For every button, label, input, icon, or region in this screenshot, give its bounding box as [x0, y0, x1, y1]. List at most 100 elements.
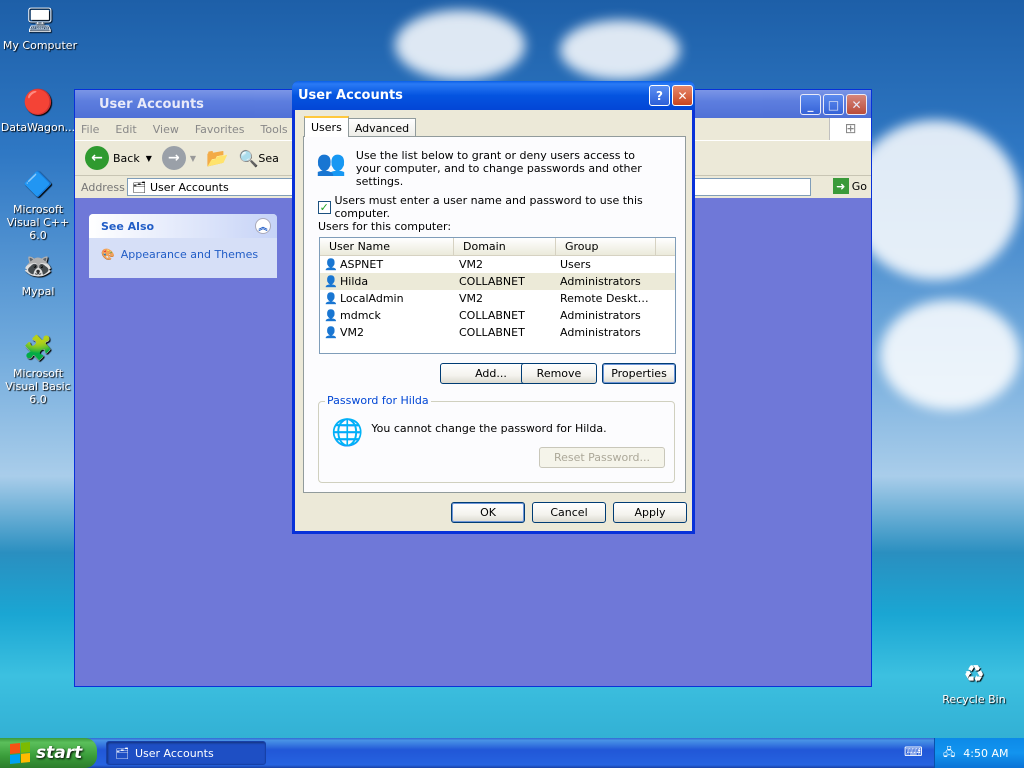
- require-password-row[interactable]: ✓ Users must enter a user name and passw…: [318, 194, 685, 220]
- password-message: You cannot change the password for Hilda…: [371, 422, 607, 435]
- visual-basic-icon: 🧩: [23, 334, 53, 362]
- list-header: User Name Domain Group: [320, 238, 675, 256]
- desktop-icon-label: Microsoft Visual C++ 6.0: [6, 203, 70, 242]
- windows-logo-icon: ⊞: [829, 118, 871, 140]
- minimize-button[interactable]: _: [800, 94, 821, 115]
- dialog-title-bar[interactable]: User Accounts ? ✕: [292, 81, 695, 110]
- user-icon: 👤: [324, 309, 338, 322]
- start-button[interactable]: start: [0, 738, 97, 768]
- group-cell: Remote Deskto...: [560, 292, 654, 305]
- desktop-icon-visual-cpp[interactable]: 🔷 Microsoft Visual C++ 6.0: [0, 168, 78, 242]
- cancel-button[interactable]: Cancel: [532, 502, 606, 523]
- password-groupbox: Password for Hilda 🌐 You cannot change t…: [318, 394, 675, 483]
- cloud: [560, 20, 680, 80]
- desktop-icon-datawagon[interactable]: 🔴 DataWagon...: [0, 86, 78, 134]
- menu-favorites[interactable]: Favorites: [195, 123, 245, 136]
- taskbar-item-label: User Accounts: [134, 746, 214, 760]
- user-accounts-dialog[interactable]: User Accounts ? ✕ Users Advanced 👥 Use t…: [292, 81, 695, 534]
- tab-advanced[interactable]: Advanced: [347, 118, 417, 138]
- ok-button[interactable]: OK: [451, 502, 525, 523]
- search-label: Sea: [258, 151, 279, 165]
- collapse-chevron-icon[interactable]: ︽: [255, 218, 271, 234]
- datawagon-icon: 🔴: [23, 88, 53, 116]
- table-row[interactable]: 👤 mdmck COLLABNET Administrators: [320, 307, 675, 324]
- domain-cell: VM2: [459, 258, 484, 271]
- user-name-cell: mdmck: [340, 309, 381, 322]
- menu-tools[interactable]: Tools: [261, 123, 288, 136]
- help-button[interactable]: ?: [649, 85, 670, 106]
- table-row[interactable]: 👤 VM2 COLLABNET Administrators: [320, 324, 675, 341]
- user-icon: 👤: [324, 258, 338, 271]
- back-button[interactable]: ← Back ▼: [85, 146, 152, 170]
- folder-up-icon: 📂: [206, 147, 229, 169]
- chevron-down-icon: ▼: [145, 153, 152, 163]
- password-group-title: Password for Hilda: [325, 394, 431, 407]
- recycle-bin-icon: ♻: [963, 660, 985, 688]
- close-button[interactable]: ✕: [846, 94, 867, 115]
- group-cell: Users: [560, 258, 591, 271]
- windows-flag-icon: [10, 741, 30, 765]
- user-name-cell: VM2: [340, 326, 365, 339]
- menu-edit[interactable]: Edit: [115, 123, 136, 136]
- table-row-selected[interactable]: 👤 Hilda COLLABNET Administrators: [320, 273, 675, 290]
- dialog-close-button[interactable]: ✕: [672, 85, 693, 106]
- intro-text: Use the list below to grant or deny user…: [355, 149, 642, 188]
- desktop-icon-recycle-bin[interactable]: ♻ Recycle Bin: [934, 658, 1014, 706]
- column-header-user-name[interactable]: User Name: [320, 238, 454, 255]
- users-list[interactable]: User Name Domain Group 👤 ASPNET VM2 Users…: [319, 237, 676, 354]
- see-also-header[interactable]: See Also ︽: [89, 214, 277, 238]
- taskbar-item-user-accounts[interactable]: 🗂 User Accounts: [106, 741, 266, 765]
- keyboard-icon[interactable]: ⌨: [904, 745, 923, 760]
- network-icon[interactable]: 🖧: [943, 744, 955, 763]
- see-also-link-label: Appearance and Themes: [120, 248, 259, 261]
- table-row[interactable]: 👤 LocalAdmin VM2 Remote Deskto...: [320, 290, 675, 307]
- up-folder-button[interactable]: 📂: [206, 148, 228, 169]
- dialog-title: User Accounts: [298, 88, 403, 103]
- system-tray: 🖧 4:50 AM: [934, 738, 1024, 768]
- user-name-cell: ASPNET: [340, 258, 384, 271]
- tab-strip: Users Advanced: [304, 116, 417, 138]
- window-title: User Accounts: [99, 96, 204, 112]
- address-value: User Accounts: [149, 180, 229, 194]
- reset-password-button[interactable]: Reset Password...: [539, 447, 665, 468]
- cloud: [850, 120, 1020, 280]
- desktop-icon-my-computer[interactable]: 🖥 My Computer: [0, 4, 80, 52]
- users-keys-icon: 👥: [316, 149, 346, 177]
- chevron-down-icon: ▼: [189, 153, 197, 163]
- tab-users[interactable]: Users: [304, 116, 349, 137]
- address-label: Address: [81, 180, 125, 194]
- back-arrow-icon: ←: [85, 146, 109, 170]
- domain-cell: COLLABNET: [459, 326, 525, 339]
- menu-view[interactable]: View: [153, 123, 179, 136]
- group-cell: Administrators: [560, 275, 641, 288]
- back-label: Back: [113, 151, 140, 165]
- domain-cell: VM2: [459, 292, 484, 305]
- remove-user-button[interactable]: Remove: [521, 363, 597, 384]
- desktop-icon-mypal[interactable]: 🦝 Mypal: [0, 250, 78, 298]
- forward-button[interactable]: → ▼: [161, 146, 197, 170]
- apply-button[interactable]: Apply: [613, 502, 687, 523]
- go-arrow-icon: ➜: [832, 178, 849, 194]
- search-button[interactable]: 🔍 Sea: [238, 149, 278, 168]
- column-header-domain[interactable]: Domain: [454, 238, 556, 255]
- require-password-checkbox[interactable]: ✓: [318, 200, 331, 214]
- domain-cell: COLLABNET: [459, 309, 525, 322]
- desktop-icon-visual-basic[interactable]: 🧩 Microsoft Visual Basic 6.0: [0, 332, 78, 406]
- my-computer-icon: 🖥: [24, 6, 56, 34]
- see-also-link-appearance[interactable]: 🎨 Appearance and Themes: [89, 238, 277, 261]
- column-header-group[interactable]: Group: [556, 238, 656, 255]
- table-row[interactable]: 👤 ASPNET VM2 Users: [320, 256, 675, 273]
- user-globe-icon: 🌐: [331, 418, 364, 448]
- see-also-panel: See Also ︽ 🎨 Appearance and Themes: [89, 214, 277, 278]
- taskbar: start 🗂 User Accounts ⌨ 🖧 4:50 AM: [0, 738, 1024, 768]
- start-label: start: [36, 743, 83, 763]
- control-panel-icon: 🗂: [115, 746, 129, 760]
- go-button[interactable]: ➜ Go: [832, 178, 867, 194]
- properties-button[interactable]: Properties: [602, 363, 676, 384]
- menu-file[interactable]: File: [81, 123, 99, 136]
- cloud: [880, 300, 1020, 410]
- search-icon: 🔍: [238, 148, 259, 168]
- group-cell: Administrators: [560, 309, 641, 322]
- clock[interactable]: 4:50 AM: [963, 747, 1008, 760]
- maximize-button[interactable]: □: [823, 94, 844, 115]
